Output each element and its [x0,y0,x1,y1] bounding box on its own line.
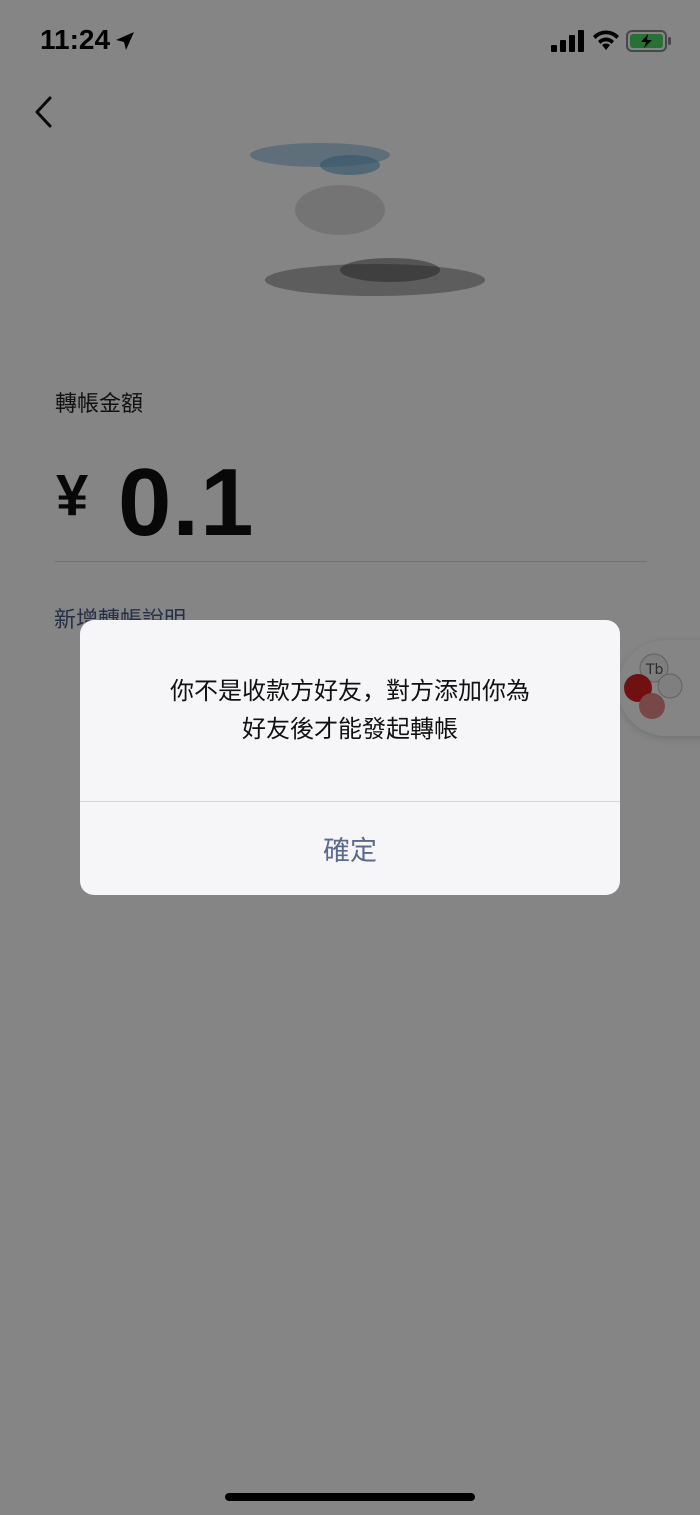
alert-message-line-2: 好友後才能發起轉帳 [242,715,458,743]
confirm-button[interactable]: 確定 [80,802,620,895]
alert-dialog: 你不是收款方好友，對方添加你為 好友後才能發起轉帳 確定 [80,620,620,895]
alert-message: 你不是收款方好友，對方添加你為 好友後才能發起轉帳 [110,672,590,748]
alert-message-line-1: 你不是收款方好友，對方添加你為 [170,677,530,705]
